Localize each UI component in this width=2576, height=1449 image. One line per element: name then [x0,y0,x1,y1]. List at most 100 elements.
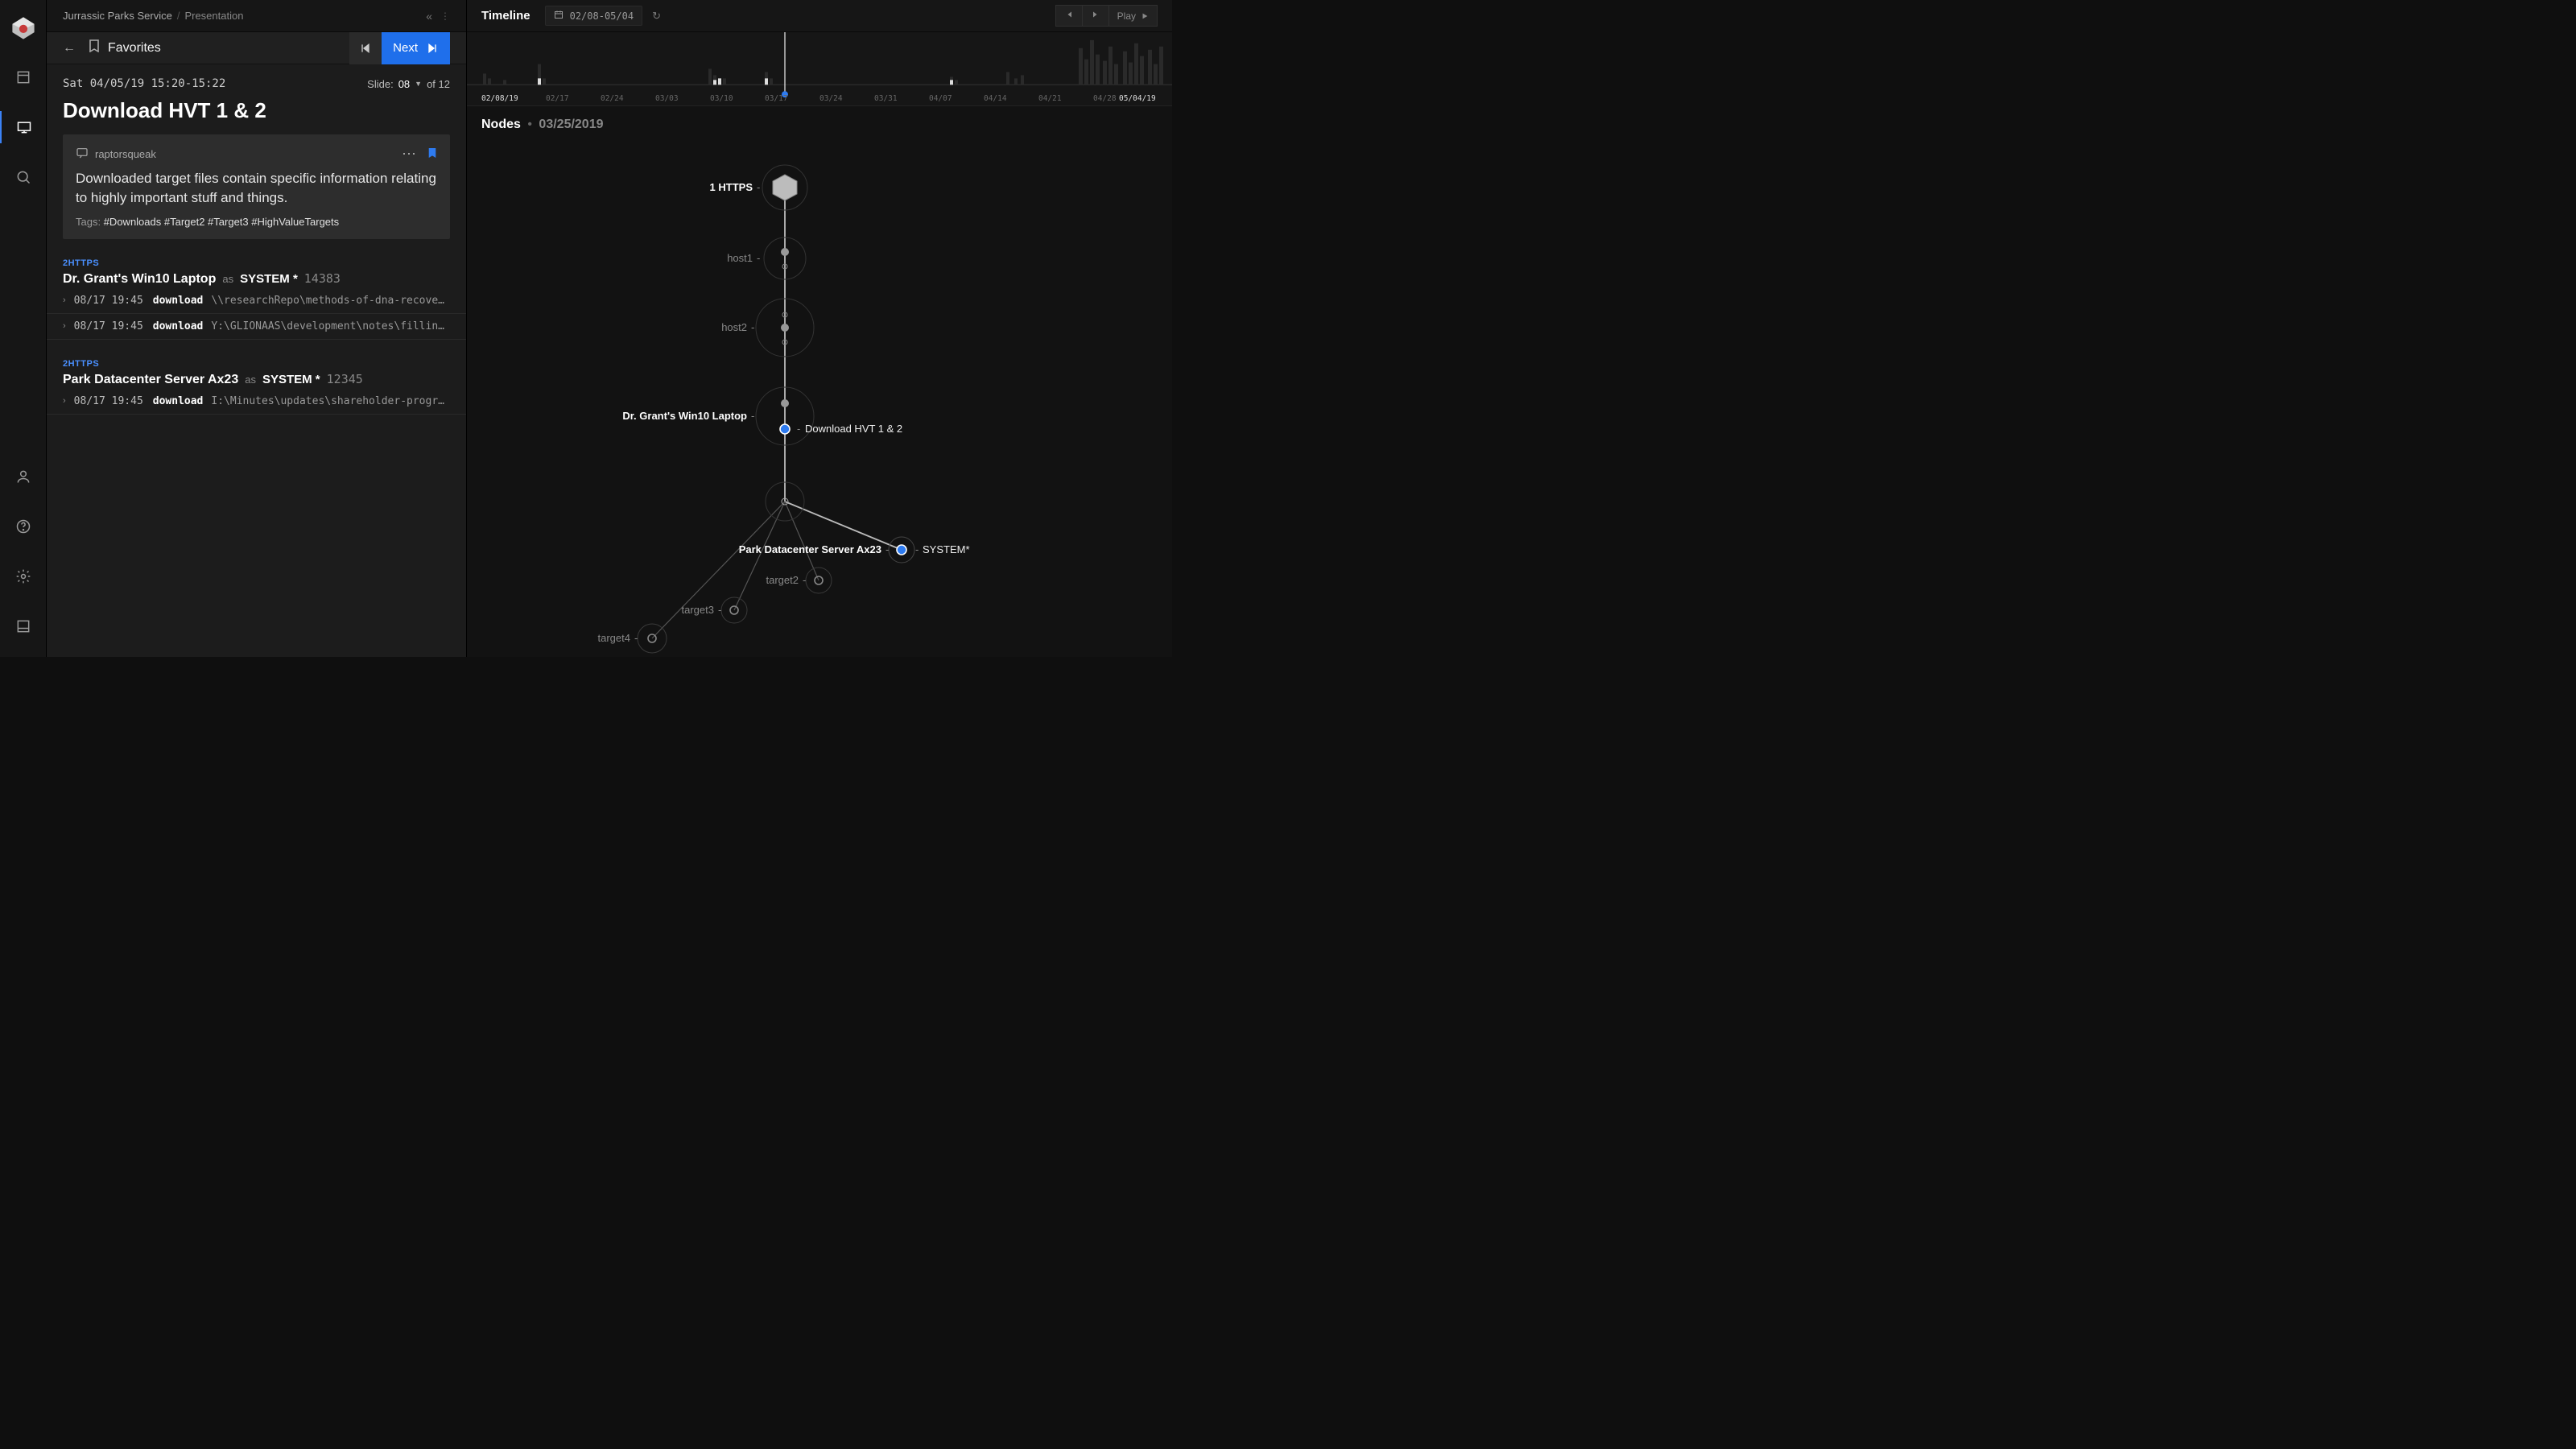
favorites-title: Favorites [108,41,161,56]
svg-text:03/31: 03/31 [874,94,898,103]
comment-tags[interactable]: #Downloads #Target2 #Target3 #HighValueT… [104,216,339,228]
host-name[interactable]: Park Datacenter Server Ax23 [63,373,238,387]
rail-item-present[interactable] [0,111,46,143]
svg-text:02/24: 02/24 [601,94,624,103]
main-view: Timeline 02/08-05/04 ↻ Play [467,0,1172,657]
refresh-icon[interactable]: ↻ [652,10,661,23]
date-range-picker[interactable]: 02/08-05/04 [545,6,642,26]
rail-item-panel[interactable] [0,610,46,642]
log-row[interactable]: › 08/17 19:45 download Y:\GLIONAAS\devel… [47,314,466,340]
protocol-badge: 2HTTPS [63,359,450,369]
log-row[interactable]: › 08/17 19:45 download I:\Minutes\update… [47,389,466,415]
svg-text:-: - [886,543,889,555]
node-target2-label[interactable]: target2 [766,574,799,586]
skip-fwd-button[interactable] [1083,5,1109,27]
comment-more-icon[interactable]: ⋯ [402,146,418,163]
as-label: as [245,374,256,386]
svg-text:-: - [751,321,754,333]
back-icon[interactable]: ← [63,41,76,56]
node-target4-label[interactable]: target4 [598,632,630,644]
node-https-label[interactable]: 1 HTTPS [710,181,753,193]
bookmark-icon[interactable] [89,39,100,56]
host-section-1: 2HTTPS Park Datacenter Server Ax23 as SY… [47,354,466,389]
host-user: SYSTEM * [240,272,298,286]
nav-rail [0,0,47,657]
rail-item-box[interactable] [0,61,46,93]
next-label: Next [393,41,418,55]
log-command: download [153,395,204,407]
svg-text:04/14: 04/14 [984,94,1007,103]
host-user: SYSTEM * [262,373,320,386]
breadcrumb: Jurrassic Parks Service / Presentation «… [47,0,466,32]
date-range-text: 02/08-05/04 [570,10,634,22]
node-grant-label[interactable]: Dr. Grant's Win10 Laptop [622,410,747,422]
skip-back-button[interactable] [1055,5,1083,27]
node-graph[interactable]: 1 HTTPS - host1 - host2 - Dr. Grant's Wi… [467,137,1172,657]
svg-text:04/07: 04/07 [929,94,952,103]
comment-card: raptorsqueak ⋯ Downloaded target files c… [63,134,450,239]
caret-down-icon[interactable]: ▼ [415,80,422,88]
svg-text:-: - [757,252,760,264]
breadcrumb-org[interactable]: Jurrassic Parks Service [63,10,172,22]
comment-author[interactable]: raptorsqueak [95,148,156,160]
nodes-date: 03/25/2019 [539,118,603,131]
timeline-title: Timeline [481,9,530,23]
prev-slide-button[interactable] [349,32,382,64]
node-target3-label[interactable]: target3 [682,604,714,616]
node-ax23-event[interactable]: SYSTEM* [923,543,970,555]
tags-label: Tags: [76,216,101,228]
rail-item-user[interactable] [0,460,46,493]
log-command: download [153,320,204,332]
timeline-chart[interactable]: 02/08/19 02/17 02/24 03/03 03/10 03/17 0… [467,32,1172,106]
host-name[interactable]: Dr. Grant's Win10 Laptop [63,272,216,287]
play-button[interactable]: Play [1109,5,1158,27]
svg-text:02/08/19: 02/08/19 [481,94,518,103]
log-path: \\researchRepo\methods-of-dna-recovery-f… [211,295,450,307]
presentation-panel: Jurrassic Parks Service / Presentation «… [47,0,467,657]
svg-text:03/10: 03/10 [710,94,733,103]
log-timestamp: 08/17 19:45 [74,395,143,407]
slide-number-dropdown[interactable]: 08 [398,78,410,90]
breadcrumb-sep: / [177,10,180,22]
host-pid: 12345 [327,372,363,386]
panel-kebab-icon[interactable]: ⋮ [440,10,450,22]
node-ax23-label[interactable]: Park Datacenter Server Ax23 [739,543,881,555]
as-label: as [222,273,233,285]
node-host1-label[interactable]: host1 [727,252,753,264]
svg-text:-: - [718,604,721,616]
comment-body: Downloaded target files contain specific… [76,169,437,208]
node-grant-event[interactable]: Download HVT 1 & 2 [805,423,902,435]
svg-text:-: - [797,423,800,435]
slide-meta-row: Sat 04/05/19 15:20-15:22 Slide: 08 ▼ of … [47,64,466,95]
breadcrumb-page: Presentation [184,10,243,22]
slide-label: Slide: [367,78,394,90]
rail-item-settings[interactable] [0,560,46,592]
node-host2-label[interactable]: host2 [721,321,747,333]
host-pid: 14383 [304,271,341,286]
collapse-panel-icon[interactable]: « [426,10,432,23]
host-section-0: 2HTTPS Dr. Grant's Win10 Laptop as SYSTE… [47,254,466,288]
log-path: Y:\GLIONAAS\development\notes\filling-sq… [211,320,450,332]
rail-item-search[interactable] [0,161,46,193]
comment-bookmark-icon[interactable] [427,147,437,161]
log-command: download [153,295,204,307]
nodes-header: Nodes • 03/25/2019 [467,106,1172,137]
next-slide-button[interactable]: Next [382,32,450,64]
rail-item-help[interactable] [0,510,46,543]
comment-icon [76,147,89,162]
protocol-badge: 2HTTPS [63,258,450,268]
chevron-right-icon: › [63,295,66,305]
svg-text:-: - [751,410,754,422]
log-path: I:\Minutes\updates\shareholder-progress-… [211,395,450,407]
slide-datetime: Sat 04/05/19 15:20-15:22 [63,77,225,90]
play-label: Play [1117,10,1136,22]
log-timestamp: 08/17 19:45 [74,320,143,332]
chevron-right-icon: › [63,396,66,406]
log-row[interactable]: › 08/17 19:45 download \\researchRepo\me… [47,288,466,314]
svg-text:03/24: 03/24 [819,94,843,103]
svg-text:-: - [803,574,806,586]
slide-title: Download HVT 1 & 2 [47,95,466,134]
timeline-bar: Timeline 02/08-05/04 ↻ Play [467,0,1172,32]
svg-text:03/03: 03/03 [655,94,679,103]
svg-text:02/17: 02/17 [546,94,569,103]
